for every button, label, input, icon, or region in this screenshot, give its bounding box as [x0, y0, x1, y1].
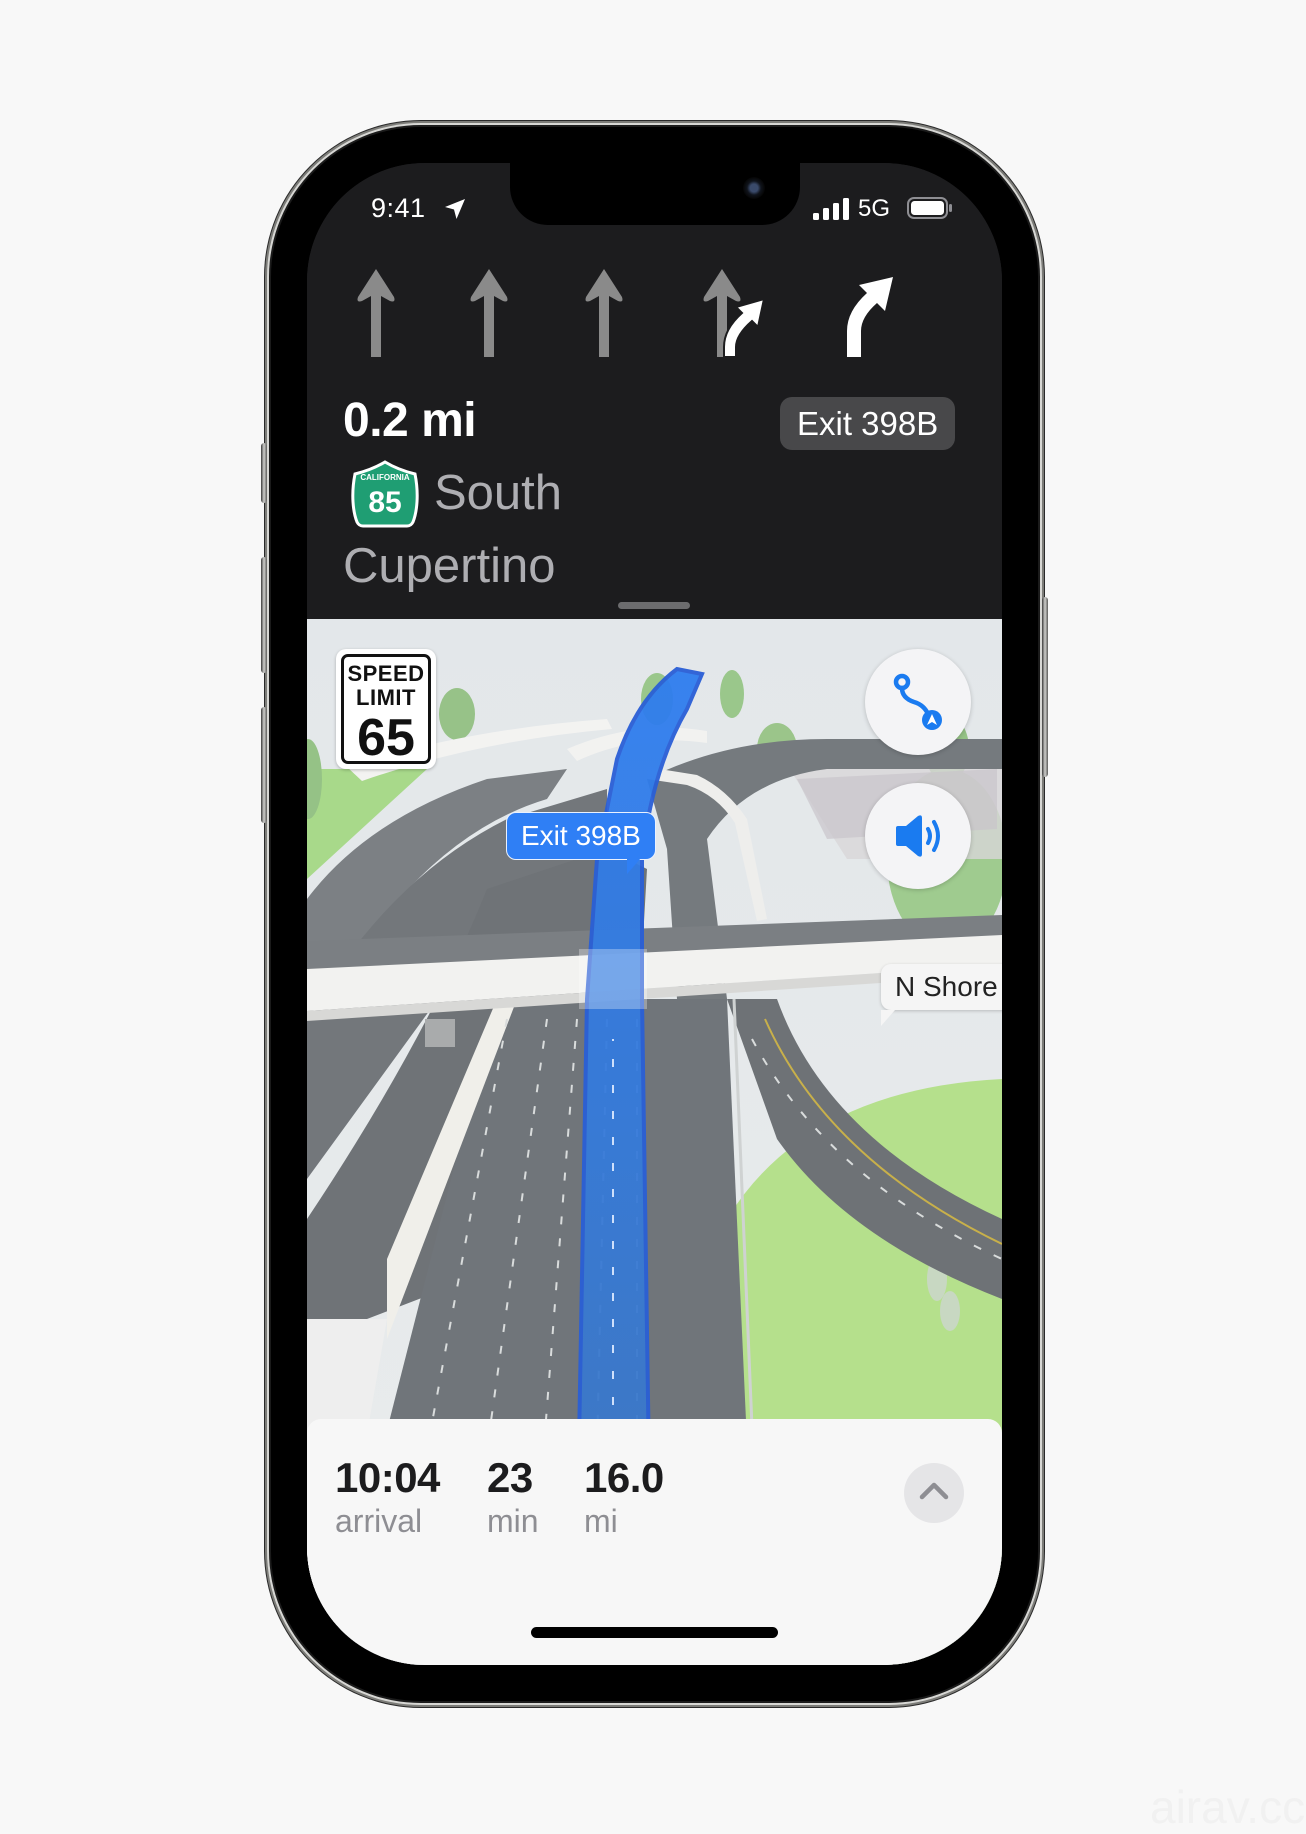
- shield-number: 85: [368, 486, 401, 519]
- exit-callout[interactable]: Exit 398B: [506, 812, 656, 874]
- silent-switch: [261, 443, 267, 503]
- status-bar: 9:41 5G: [307, 193, 1002, 233]
- direction-label: South: [434, 466, 563, 520]
- battery-full-icon: [907, 197, 952, 219]
- straight-arrow-icon: [585, 269, 623, 357]
- location-arrow-icon: [445, 199, 465, 219]
- duration-value: 23: [487, 1454, 533, 1501]
- drag-handle[interactable]: [618, 602, 690, 609]
- volume-down-button: [261, 707, 267, 823]
- audio-button[interactable]: [865, 783, 971, 889]
- distance-to-maneuver: 0.2 mi: [343, 394, 477, 447]
- route-overview-icon: [893, 673, 942, 730]
- duration-stat: 23 min: [487, 1455, 539, 1541]
- shield-state: CALIFORNIA: [360, 473, 410, 482]
- home-indicator[interactable]: [531, 1627, 778, 1638]
- distance-label: mi: [584, 1503, 618, 1539]
- speaker-volume-icon: [896, 815, 940, 857]
- trip-summary-tray[interactable]: 10:04 arrival 23 min 16.0 mi: [307, 1419, 1002, 1665]
- iphone-frame: 9:41 5G 0.2 mi Exit 398B CALIFORNIA 85 S…: [261, 127, 1048, 1701]
- speed-limit-sign: SPEED LIMIT 65: [336, 649, 436, 769]
- watermark: airav.cc: [1150, 1781, 1306, 1833]
- straight-arrow-icon: [470, 269, 508, 357]
- status-time: 9:41: [371, 193, 426, 223]
- arrival-stat: 10:04 arrival: [335, 1455, 440, 1541]
- route-overview-button[interactable]: [865, 649, 971, 755]
- speed-limit-label-2: LIMIT: [356, 685, 416, 710]
- speed-limit-label-1: SPEED: [347, 661, 425, 686]
- screen: 9:41 5G 0.2 mi Exit 398B CALIFORNIA 85 S…: [307, 163, 1002, 1665]
- power-button: [1042, 597, 1048, 777]
- distance-stat: 16.0 mi: [584, 1455, 664, 1541]
- volume-up-button: [261, 557, 267, 673]
- california-route-shield-icon: CALIFORNIA 85: [351, 460, 419, 528]
- destination-label: Cupertino: [343, 539, 556, 593]
- bear-right-arrow-icon: [847, 277, 893, 357]
- cellular-signal-icon: [813, 198, 849, 220]
- duration-label: min: [487, 1503, 539, 1539]
- street-name-callout[interactable]: N Shore: [881, 964, 1002, 1026]
- straight-or-bear-right-icon: [703, 269, 766, 358]
- arrival-label: arrival: [335, 1503, 423, 1539]
- distance-remaining: 16.0: [584, 1454, 664, 1501]
- expand-tray-button[interactable]: [904, 1463, 964, 1523]
- exit-number-badge: Exit 398B: [780, 397, 956, 450]
- guidance-banner[interactable]: 0.2 mi Exit 398B CALIFORNIA 85 South Cup…: [307, 163, 1002, 657]
- network-type: 5G: [858, 195, 891, 222]
- chevron-up-icon: [919, 1482, 949, 1500]
- straight-arrow-icon: [357, 269, 395, 357]
- speed-limit-value: 65: [357, 709, 415, 767]
- arrival-time: 10:04: [335, 1454, 440, 1501]
- lane-guidance: [307, 263, 1002, 363]
